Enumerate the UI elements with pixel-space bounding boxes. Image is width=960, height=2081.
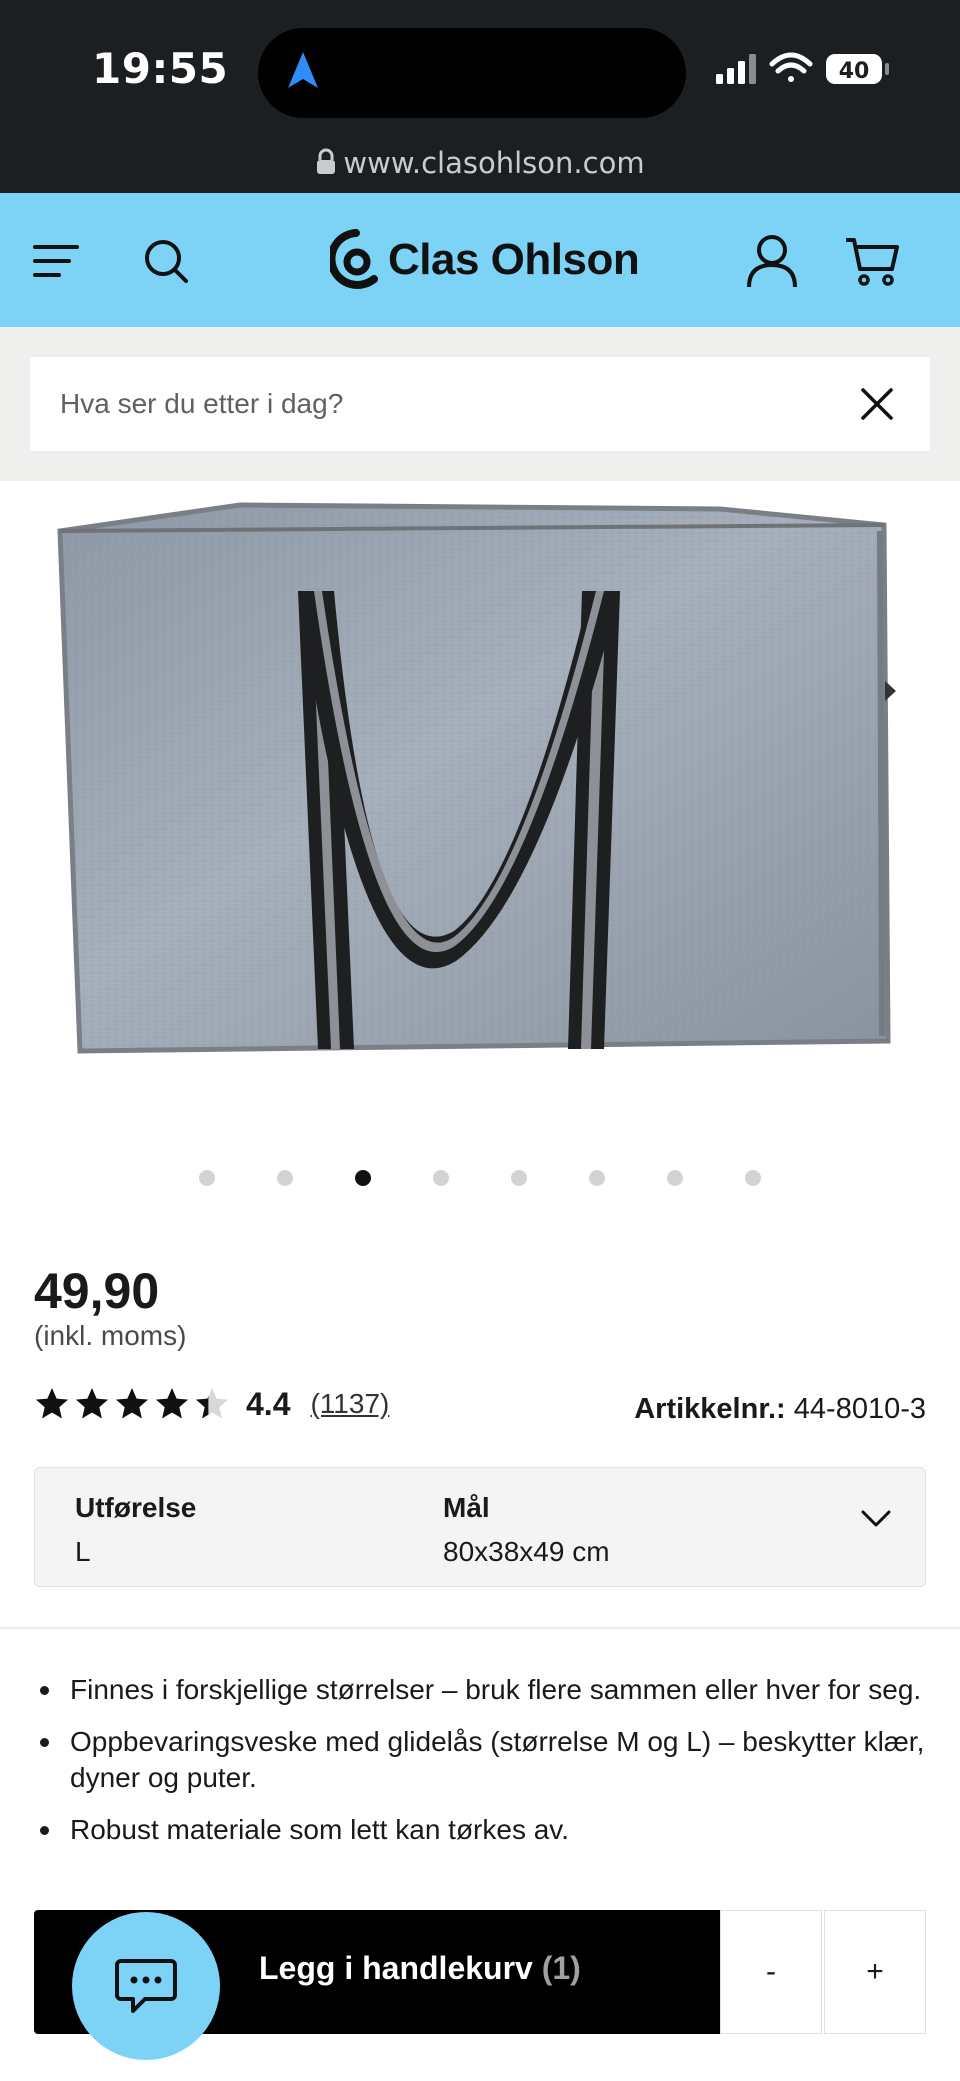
menu-button[interactable]: [18, 223, 94, 299]
list-item: Finnes i forskjellige størrelser – bruk …: [34, 1672, 926, 1708]
search-input[interactable]: [60, 357, 840, 451]
variant-finish: Utførelse L: [75, 1492, 196, 1568]
list-item: Robust materiale som lett kan tørkes av.: [34, 1812, 926, 1848]
url-text: www.clasohlson.com: [343, 146, 645, 180]
battery-icon: 40: [826, 54, 889, 84]
clas-ohlson-logo-icon: [330, 229, 378, 289]
dynamic-island: [258, 28, 686, 118]
lock-icon: [317, 148, 336, 174]
variant-finish-value: L: [75, 1536, 91, 1567]
increase-quantity-button[interactable]: +: [824, 1910, 926, 2034]
variant-size-label: Mål: [443, 1492, 490, 1523]
chat-button[interactable]: [72, 1912, 220, 2060]
brand-logo[interactable]: Clas Ohlson: [330, 227, 640, 293]
variant-selector[interactable]: Utførelse L Mål 80x38x49 cm: [34, 1467, 926, 1587]
rating-stars: [34, 1386, 230, 1422]
site-header: Clas Ohlson: [0, 193, 960, 327]
gallery-dot[interactable]: [511, 1170, 527, 1186]
gallery-dot[interactable]: [199, 1170, 215, 1186]
gallery-dot[interactable]: [745, 1170, 761, 1186]
wifi-icon: [769, 52, 813, 82]
shopping-cart-icon: [846, 238, 899, 286]
product-image[interactable]: [0, 481, 960, 1081]
clear-search-button[interactable]: [852, 379, 902, 429]
product-rating: 4.4 (1137): [34, 1384, 389, 1424]
search-box: [30, 357, 930, 451]
chat-bubble-icon: [115, 1959, 177, 2013]
feature-list: Finnes i forskjellige størrelser – bruk …: [34, 1672, 926, 1864]
decrease-quantity-button[interactable]: -: [720, 1910, 822, 2034]
list-item: Oppbevaringsveske med glidelås (størrels…: [34, 1724, 926, 1796]
navigation-arrow-icon: [288, 52, 318, 88]
gallery-dot[interactable]: [355, 1170, 371, 1186]
system-status-icons: 40: [716, 52, 889, 84]
vat-note: (inkl. moms): [34, 1320, 187, 1351]
status-bar: 19:55 40 www.clasohlson.com: [0, 0, 960, 193]
search-bar: [0, 327, 960, 481]
rating-value: 4.4: [246, 1385, 291, 1422]
star-icon: [76, 1388, 108, 1419]
account-button[interactable]: [734, 223, 810, 299]
cart-button[interactable]: [834, 223, 910, 299]
add-to-cart-label: Legg i handlekurv (1): [259, 1950, 581, 1987]
hamburger-menu-icon: [33, 245, 79, 277]
cart-quantity-count: (1): [541, 1950, 581, 1986]
variant-size-value: 80x38x49 cm: [443, 1536, 610, 1567]
product-price: 49,90: [34, 1263, 160, 1319]
star-icon: [116, 1388, 148, 1419]
user-icon: [747, 235, 797, 288]
search-icon: [145, 240, 188, 283]
star-icon: [156, 1388, 188, 1419]
star-icon: [36, 1388, 68, 1419]
clock: 19:55: [92, 44, 229, 93]
brand-name: Clas Ohlson: [388, 235, 640, 284]
section-divider: [0, 1627, 960, 1629]
gallery-dot[interactable]: [277, 1170, 293, 1186]
address-bar[interactable]: www.clasohlson.com: [0, 146, 960, 180]
variant-size: Mål 80x38x49 cm: [443, 1492, 610, 1568]
search-button[interactable]: [128, 223, 204, 299]
gallery-pagination: [0, 1170, 960, 1186]
chevron-down-icon: [861, 1510, 891, 1527]
svg-text:40: 40: [839, 59, 870, 84]
variant-finish-label: Utførelse: [75, 1492, 197, 1523]
gallery-dot[interactable]: [433, 1170, 449, 1186]
close-icon: [861, 388, 893, 420]
article-number-label: Artikkelnr.:: [634, 1393, 786, 1425]
review-count-link[interactable]: (1137): [310, 1388, 389, 1420]
add-to-cart-text: Legg i handlekurv: [259, 1950, 533, 1986]
gallery-dot[interactable]: [667, 1170, 683, 1186]
article-number: Artikkelnr.: 44-8010-3: [634, 1393, 926, 1426]
cellular-signal-icon: [716, 54, 756, 84]
star-icon: [196, 1388, 228, 1419]
article-number-value: 44-8010-3: [793, 1393, 926, 1425]
gallery-dot[interactable]: [589, 1170, 605, 1186]
